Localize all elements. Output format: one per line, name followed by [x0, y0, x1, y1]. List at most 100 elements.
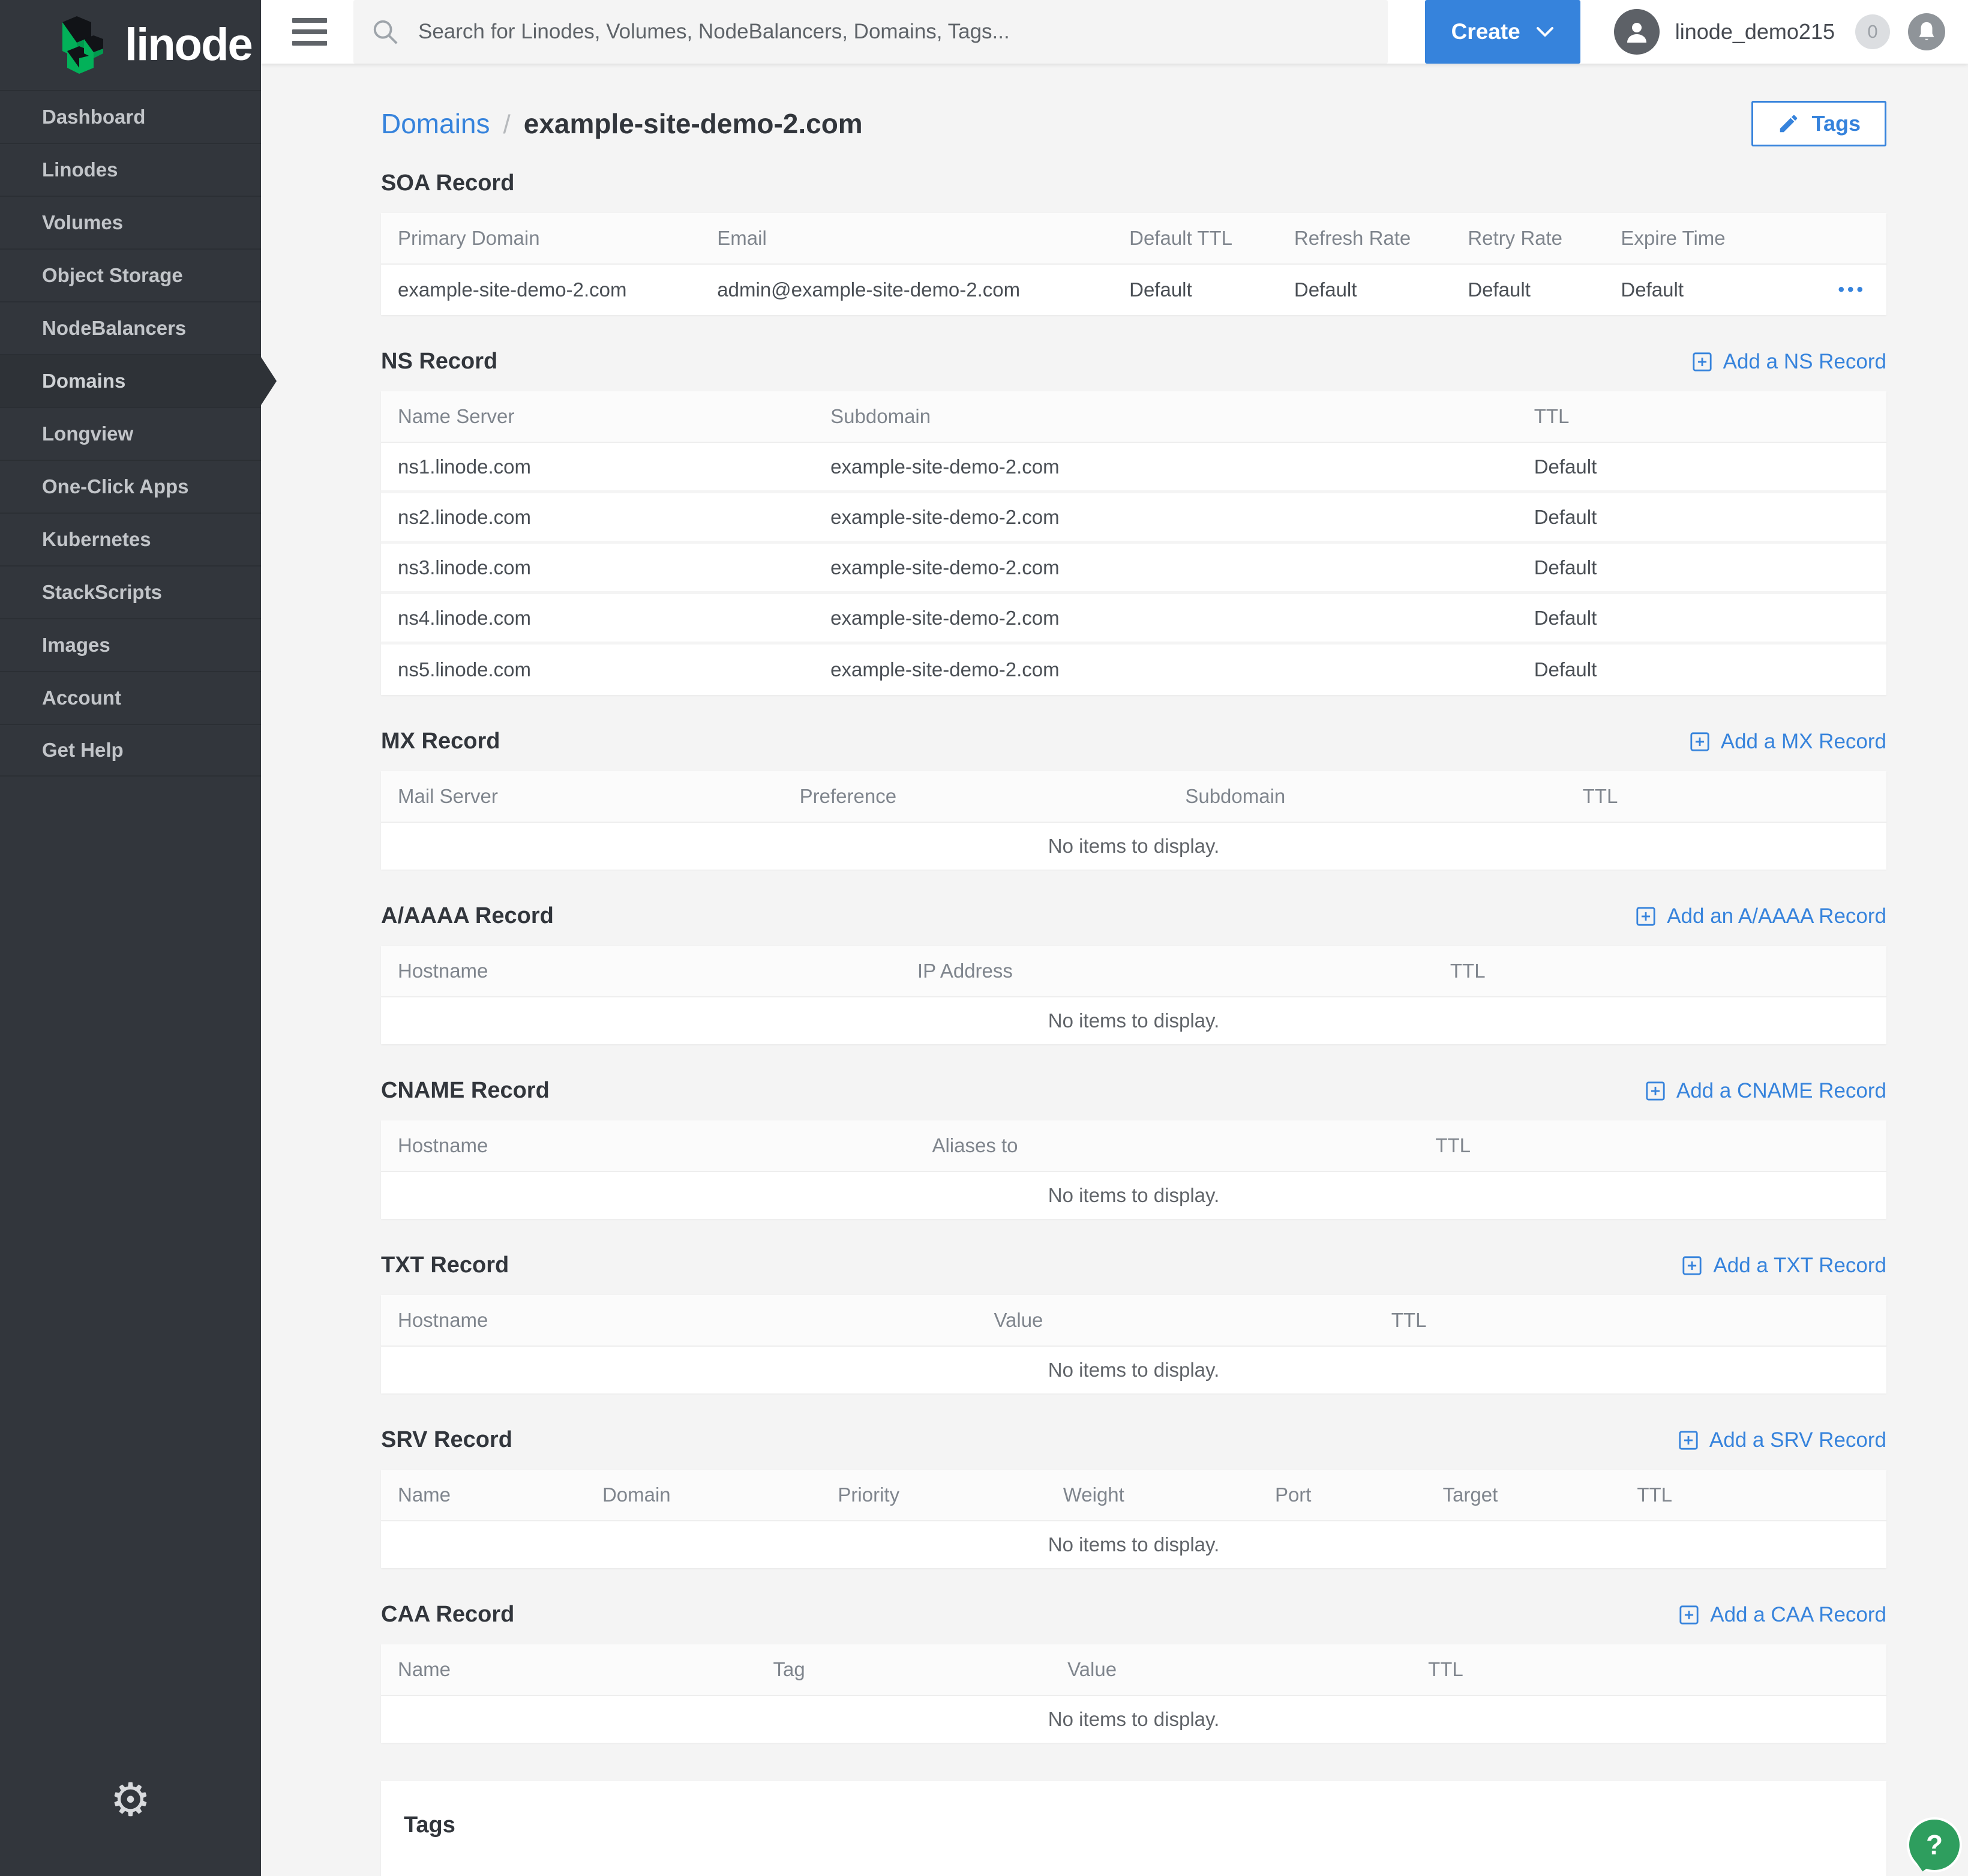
column-header: Value [994, 1309, 1391, 1332]
main-column: Create linode_demo215 0 Domains / exampl… [261, 0, 1968, 1876]
column-header: Mail Server [398, 785, 800, 808]
table-cell: Default [1534, 455, 1870, 478]
sidebar-item-get-help[interactable]: Get Help [0, 724, 261, 777]
table-cell: Default [1294, 278, 1468, 301]
logo-wordmark: linode [125, 22, 252, 68]
empty-state-text: No items to display. [1048, 835, 1220, 858]
section-title-a-aaaa: A/AAAA Record [381, 903, 554, 929]
column-header: TTL [1534, 405, 1870, 428]
record-section-soa: SOA RecordPrimary DomainEmailDefault TTL… [381, 170, 1886, 315]
person-icon [1622, 17, 1651, 46]
ns-table-header: Name ServerSubdomainTTL [381, 391, 1886, 443]
page-title: example-site-demo-2.com [524, 107, 863, 140]
plus-box-icon [1678, 1430, 1699, 1451]
txt-table: HostnameValueTTL No items to display. [381, 1295, 1886, 1393]
sidebar-item-nodebalancers[interactable]: NodeBalancers [0, 301, 261, 354]
table-row: ns5.linode.comexample-site-demo-2.comDef… [381, 645, 1886, 695]
add-mx-record-link[interactable]: Add a MX Record [1690, 730, 1886, 754]
linode-logo-icon [53, 15, 108, 75]
column-header: Port [1275, 1484, 1443, 1506]
table-cell: ns2.linode.com [398, 506, 830, 529]
table-cell: Default [1621, 278, 1870, 301]
sidebar-item-domains[interactable]: Domains [0, 354, 261, 407]
section-title-srv: SRV Record [381, 1427, 512, 1453]
add-cname-record-link[interactable]: Add a CNAME Record [1645, 1079, 1886, 1103]
empty-state-text: No items to display. [1048, 1009, 1220, 1032]
sidebar-item-images[interactable]: Images [0, 618, 261, 671]
empty-state-row: No items to display. [381, 1521, 1886, 1568]
caa-table: NameTagValueTTLNo items to display. [381, 1644, 1886, 1743]
create-button[interactable]: Create [1425, 0, 1580, 64]
breadcrumb: Domains / example-site-demo-2.com [381, 107, 863, 140]
add-link-label: Add a CNAME Record [1676, 1079, 1886, 1103]
tags-panel-title: Tags [404, 1812, 1864, 1838]
table-row: ns4.linode.comexample-site-demo-2.comDef… [381, 594, 1886, 645]
a-aaaa-table: HostnameIP AddressTTLNo items to display… [381, 946, 1886, 1044]
breadcrumb-domains-link[interactable]: Domains [381, 107, 490, 140]
domain-detail-page: Domains / example-site-demo-2.com Tags S… [261, 64, 1968, 1876]
column-header: Refresh Rate [1294, 227, 1468, 250]
notifications-bell-button[interactable] [1908, 13, 1945, 50]
add-link-label: Add a CAA Record [1710, 1603, 1886, 1627]
column-header: Tag [773, 1658, 1068, 1681]
add-link-label: Add an A/AAAA Record [1667, 904, 1886, 928]
menu-hamburger-icon[interactable] [292, 18, 327, 46]
srv-table-header: NameDomainPriorityWeightPortTargetTTL [381, 1470, 1886, 1521]
column-header: TTL [1450, 960, 1870, 982]
column-header: Expire Time [1621, 227, 1870, 250]
breadcrumb-separator: / [503, 110, 511, 140]
section-head-txt: TXT RecordAdd a TXT Record [381, 1252, 1886, 1278]
empty-state-row: No items to display. [381, 823, 1886, 870]
table-cell: example-site-demo-2.com [830, 556, 1534, 579]
ns-table: Name ServerSubdomainTTL ns1.linode.com exa… [381, 391, 1886, 695]
theme-gear-icon[interactable]: ⚙ [0, 1778, 261, 1823]
column-header: Aliases to [932, 1134, 1435, 1157]
search-input[interactable] [418, 20, 1370, 44]
add-ns-record-link[interactable]: Add a NS Record [1692, 350, 1886, 374]
mx-table: Mail ServerPreferenceSubdomainTTLNo item… [381, 771, 1886, 870]
table-cell: Default [1534, 658, 1870, 681]
sidebar-item-account[interactable]: Account [0, 671, 261, 724]
add-txt-record-link[interactable]: Add a TXT Record [1682, 1254, 1886, 1278]
user-avatar[interactable] [1614, 9, 1660, 55]
sidebar-item-one-click-apps[interactable]: One-Click Apps [0, 460, 261, 513]
section-head-srv: SRV Record Add a SRV Record [381, 1427, 1886, 1453]
sidebar-item-kubernetes[interactable]: Kubernetes [0, 513, 261, 565]
add-link-label: Add a SRV Record [1709, 1428, 1886, 1452]
table-cell: ns1.linode.com [398, 455, 830, 478]
sidebar-item-object-storage[interactable]: Object Storage [0, 248, 261, 301]
plus-box-icon [1636, 906, 1656, 927]
table-cell: Default [1468, 278, 1621, 301]
table-row: ns3.linode.comexample-site-demo-2.comDef… [381, 544, 1886, 594]
linode-logo[interactable]: linode [0, 0, 261, 90]
srv-table: NameDomainPriorityWeightPortTargetTTLNo … [381, 1470, 1886, 1568]
section-head-a-aaaa: A/AAAA Record Add an A/AAAA Record [381, 903, 1886, 929]
record-section-srv: SRV Record Add a SRV Record NameDomainPrio… [381, 1427, 1886, 1568]
row-actions-menu-icon[interactable]: ••• [1838, 280, 1866, 300]
column-header: Domain [602, 1484, 838, 1506]
empty-state-row: No items to display. [381, 1347, 1886, 1393]
table-cell: Default [1534, 607, 1870, 630]
sidebar-item-dashboard[interactable]: Dashboard [0, 90, 261, 143]
help-beacon-button[interactable]: ? [1907, 1817, 1962, 1872]
sidebar-item-volumes[interactable]: Volumes [0, 196, 261, 248]
table-cell: example-site-demo-2.com [830, 607, 1534, 630]
table-row: example-site-demo-2.comadmin@example-sit… [381, 265, 1886, 315]
sidebar-item-stackscripts[interactable]: StackScripts [0, 565, 261, 618]
add-srv-record-link[interactable]: Add a SRV Record [1678, 1428, 1886, 1452]
caa-table-header: NameTagValueTTL [381, 1644, 1886, 1696]
add-caa-record-link[interactable]: Add a CAA Record [1679, 1603, 1886, 1627]
username-label[interactable]: linode_demo215 [1675, 19, 1835, 44]
plus-box-icon [1679, 1605, 1699, 1625]
empty-state-text: No items to display. [1048, 1359, 1220, 1381]
column-header: Weight [1063, 1484, 1275, 1506]
plus-box-icon [1692, 352, 1712, 372]
sidebar-item-linodes[interactable]: Linodes [0, 143, 261, 196]
sidebar-item-longview[interactable]: Longview [0, 407, 261, 460]
txt-table-header: HostnameValueTTL [381, 1295, 1886, 1347]
table-cell: admin@example-site-demo-2.com [717, 278, 1129, 301]
empty-state-text: No items to display. [1048, 1184, 1220, 1207]
table-cell: ns3.linode.com [398, 556, 830, 579]
edit-tags-button[interactable]: Tags [1751, 101, 1886, 146]
add-a-aaaa-record-link[interactable]: Add an A/AAAA Record [1636, 904, 1886, 928]
